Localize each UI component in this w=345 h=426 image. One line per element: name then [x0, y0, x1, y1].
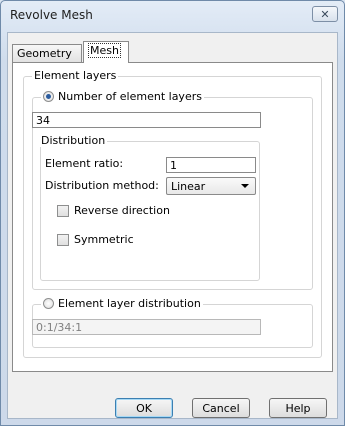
element-layers-label: Element layers	[34, 69, 117, 82]
distribution-method-label: Distribution method:	[45, 179, 159, 192]
distribution-group: Distribution Element ratio: 1 Distributi…	[39, 134, 260, 281]
layer-distribution-option[interactable]: Element layer distribution	[41, 297, 203, 310]
number-of-layers-radio[interactable]	[43, 91, 54, 102]
tab-geometry-label: Geometry	[17, 47, 72, 60]
cancel-button[interactable]: Cancel	[192, 398, 250, 418]
dialog-title: Revolve Mesh	[10, 8, 93, 22]
symmetric-option[interactable]: Symmetric	[57, 233, 134, 246]
element-layers-group: Element layers Number of element layers …	[23, 69, 322, 358]
distribution-label: Distribution	[41, 134, 106, 147]
element-layers-legend: Element layers	[32, 69, 119, 82]
dialog-client: Geometry Mesh Element layers Number of e…	[7, 32, 338, 419]
reverse-direction-option[interactable]: Reverse direction	[57, 204, 170, 217]
close-button[interactable]: ✕	[312, 6, 338, 22]
distribution-method-value: Linear	[171, 180, 206, 193]
cancel-button-label: Cancel	[202, 401, 240, 415]
number-of-layers-option[interactable]: Number of element layers	[41, 90, 204, 103]
number-of-layers-group: Number of element layers 34 Distribution…	[32, 90, 313, 290]
close-icon: ✕	[320, 7, 330, 21]
distribution-legend: Distribution	[39, 134, 108, 147]
mesh-tab-pane: Element layers Number of element layers …	[12, 62, 333, 372]
distribution-method-select[interactable]: Linear	[166, 177, 256, 195]
layer-distribution-group: Element layer distribution 0:1/34:1	[32, 297, 313, 348]
layer-distribution-radio[interactable]	[43, 298, 54, 309]
tab-geometry[interactable]: Geometry	[12, 44, 82, 62]
element-ratio-label: Element ratio:	[45, 157, 124, 170]
layer-distribution-label: Element layer distribution	[58, 297, 201, 310]
number-of-layers-input[interactable]: 34	[32, 112, 261, 128]
help-button-label: Help	[285, 401, 311, 415]
reverse-direction-label: Reverse direction	[74, 204, 170, 217]
tab-mesh[interactable]: Mesh	[83, 41, 129, 63]
tab-mesh-label: Mesh	[88, 43, 121, 58]
ok-button[interactable]: OK	[115, 398, 173, 418]
reverse-direction-checkbox[interactable]	[57, 204, 69, 217]
ok-button-label: OK	[136, 401, 152, 415]
layer-distribution-input[interactable]: 0:1/34:1	[32, 319, 261, 335]
symmetric-checkbox[interactable]	[57, 233, 69, 246]
dialog-window: Revolve Mesh ✕ Geometry Mesh Element lay…	[0, 0, 345, 426]
element-ratio-value: 1	[170, 159, 177, 172]
number-of-layers-label: Number of element layers	[58, 90, 202, 103]
chevron-down-icon	[241, 184, 249, 188]
symmetric-label: Symmetric	[74, 233, 134, 246]
layer-distribution-value: 0:1/34:1	[36, 321, 83, 334]
number-of-layers-value: 34	[36, 114, 50, 127]
element-ratio-input[interactable]: 1	[166, 157, 256, 173]
help-button[interactable]: Help	[269, 398, 327, 418]
